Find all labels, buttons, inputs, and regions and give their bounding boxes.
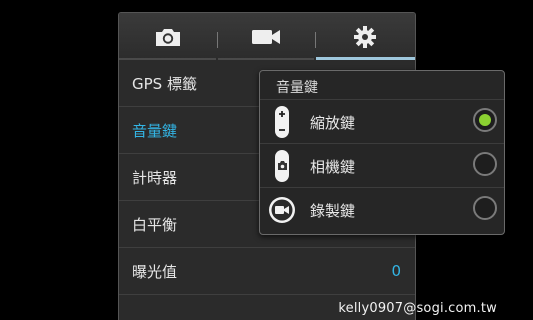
camera-key-icon xyxy=(275,150,289,182)
radio-unselected[interactable] xyxy=(473,152,497,176)
popup-title: 音量鍵 xyxy=(276,80,318,96)
mode-tabs xyxy=(119,13,415,60)
setting-label: 曝光值 xyxy=(132,262,178,281)
radio-unselected[interactable] xyxy=(473,196,497,220)
screen: GPS 標籤 音量鍵 計時器 白平衡 曝光值 0 音量鍵 縮放鍵 相機鍵 錄製鍵… xyxy=(0,0,533,320)
gear-icon xyxy=(354,25,376,48)
setting-value: 0 xyxy=(391,262,401,280)
watermark-text: kelly0907@sogi.com.tw xyxy=(338,301,497,316)
setting-label: 計時器 xyxy=(132,168,178,187)
tab-camera[interactable] xyxy=(119,13,217,60)
option-label: 錄製鍵 xyxy=(310,202,356,220)
option-record-key[interactable]: 錄製鍵 xyxy=(260,187,504,232)
zoom-key-icon xyxy=(275,106,289,138)
volume-key-popup: 音量鍵 縮放鍵 相機鍵 錄製鍵 xyxy=(259,70,505,235)
video-camera-icon xyxy=(252,29,280,44)
record-key-icon xyxy=(269,197,295,223)
tab-settings[interactable] xyxy=(315,13,415,60)
camera-icon xyxy=(156,28,180,46)
setting-row-exposure[interactable]: 曝光值 0 xyxy=(119,248,415,295)
tab-video[interactable] xyxy=(217,13,315,60)
option-label: 相機鍵 xyxy=(310,158,356,176)
option-zoom-key[interactable]: 縮放鍵 xyxy=(260,99,504,144)
option-camera-key[interactable]: 相機鍵 xyxy=(260,143,504,188)
option-label: 縮放鍵 xyxy=(310,114,356,132)
setting-label: 白平衡 xyxy=(132,215,178,234)
setting-label: 音量鍵 xyxy=(132,121,178,140)
setting-label: GPS 標籤 xyxy=(132,74,197,93)
radio-selected[interactable] xyxy=(473,108,497,132)
